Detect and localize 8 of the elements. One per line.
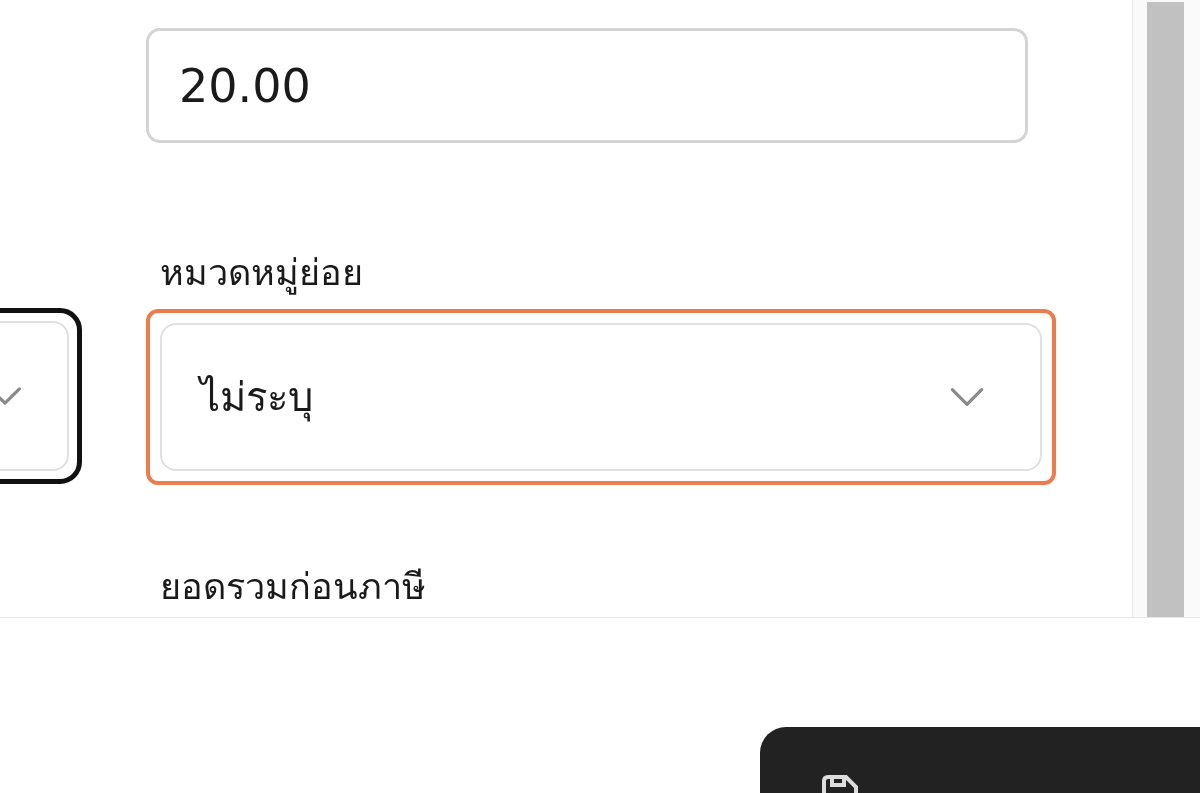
field-label: หมวดหมู่ย่อย: [160, 251, 364, 297]
save-icon: [820, 775, 860, 793]
chevron-down-icon: [948, 386, 986, 408]
subcategory-select[interactable]: ไม่ระบุ: [160, 323, 1042, 471]
add-to-receipt-button[interactable]: [760, 727, 1200, 793]
scrollbar[interactable]: [1132, 0, 1200, 617]
field-label: ยอดรวมก่อนภาษี: [160, 565, 427, 609]
amount-field[interactable]: 20.00: [146, 28, 1028, 143]
